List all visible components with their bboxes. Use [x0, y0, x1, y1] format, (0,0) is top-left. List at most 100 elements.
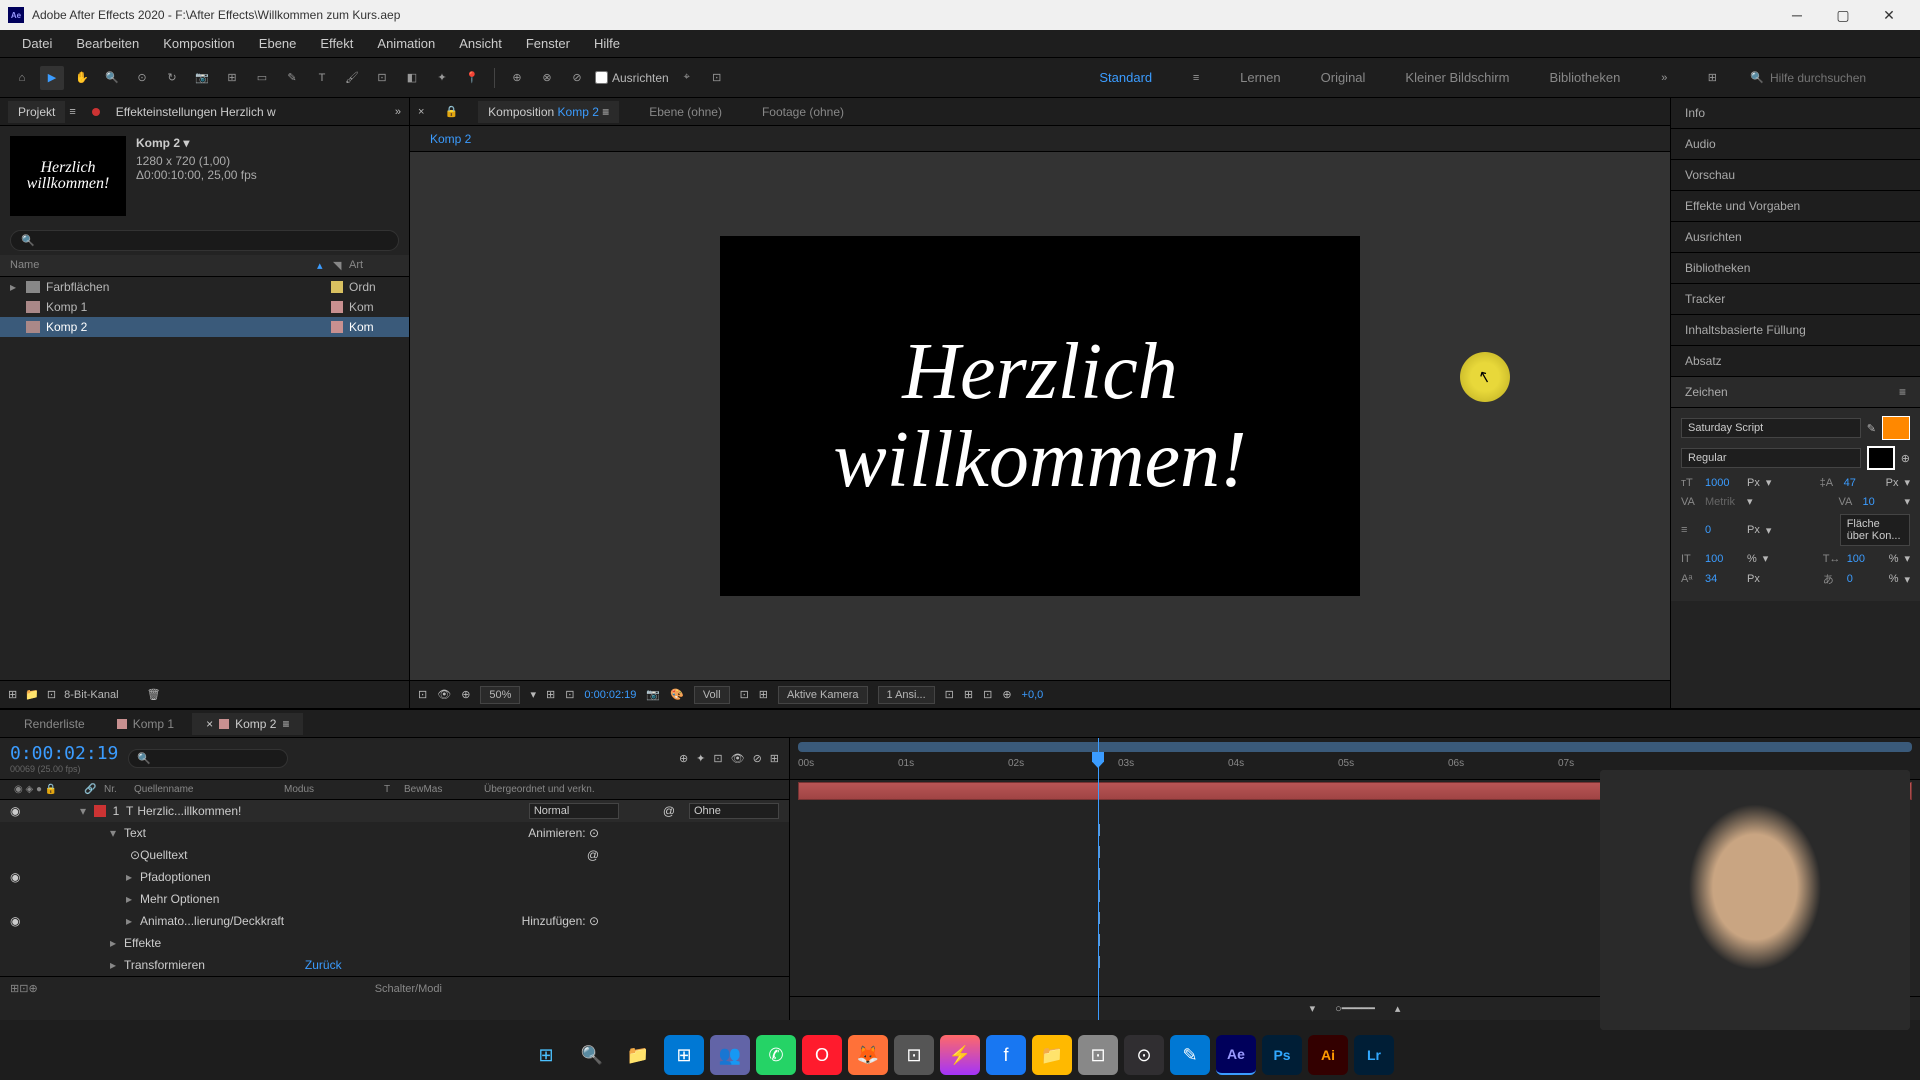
viewer-close-icon[interactable]: × — [418, 106, 424, 118]
rotate-tool[interactable]: ↻ — [160, 66, 184, 90]
taskbar-photoshop[interactable]: Ps — [1262, 1035, 1302, 1075]
dropdown-icon[interactable]: ▾ — [1763, 552, 1769, 565]
taskbar-whatsapp[interactable]: ✆ — [756, 1035, 796, 1075]
visibility-toggle[interactable]: ◉ — [10, 870, 26, 884]
label-color[interactable] — [331, 281, 343, 293]
panel-effects[interactable]: Effekte und Vorgaben — [1671, 191, 1920, 222]
project-col-type[interactable]: Art — [349, 259, 399, 272]
panel-preview[interactable]: Vorschau — [1671, 160, 1920, 191]
project-item-folder[interactable]: ▸ Farbflächen Ordn — [0, 277, 409, 297]
viewer-opt2-icon[interactable]: 👁 — [437, 688, 451, 701]
zoom-out-icon[interactable]: ▾ — [1310, 1002, 1316, 1015]
panel-align[interactable]: Ausrichten — [1671, 222, 1920, 253]
taskbar-facebook[interactable]: f — [986, 1035, 1026, 1075]
switches-modes-toggle[interactable]: Schalter/Modi — [375, 983, 442, 995]
dropdown-icon[interactable]: ▾ — [1904, 495, 1910, 508]
eyedropper-icon[interactable]: ✎ — [1867, 422, 1876, 435]
taskbar-aftereffects[interactable]: Ae — [1216, 1035, 1256, 1075]
shape-tool[interactable]: ▭ — [250, 66, 274, 90]
trash-icon[interactable]: 🗑 — [147, 688, 161, 701]
col-nr[interactable]: Nr. — [100, 784, 130, 795]
pen-tool[interactable]: ✎ — [280, 66, 304, 90]
taskbar-illustrator[interactable]: Ai — [1308, 1035, 1348, 1075]
workspace-lernen[interactable]: Lernen — [1232, 66, 1288, 90]
menu-bearbeiten[interactable]: Bearbeiten — [64, 32, 151, 55]
stroke-mode-dropdown[interactable]: Fläche über Kon... — [1840, 514, 1910, 546]
col-parent[interactable]: Übergeordnet und verkn. — [480, 784, 779, 795]
project-item-komp1[interactable]: Komp 1 Kom — [0, 297, 409, 317]
baseline-value[interactable]: 34 — [1705, 573, 1741, 585]
taskbar-app2[interactable]: ⊡ — [1078, 1035, 1118, 1075]
taskbar-explorer[interactable]: 📁 — [618, 1035, 658, 1075]
workspace-overflow-icon[interactable]: » — [1652, 66, 1676, 90]
timeline-tool5-icon[interactable]: ⊘ — [753, 752, 762, 765]
aux3-tool[interactable]: ⊘ — [565, 66, 589, 90]
panel-libraries[interactable]: Bibliotheken — [1671, 253, 1920, 284]
zoom-tool[interactable]: 🔍 — [100, 66, 124, 90]
zoom-in-icon[interactable]: ▴ — [1395, 1002, 1401, 1015]
playhead[interactable] — [1098, 738, 1099, 1020]
aux1-tool[interactable]: ⊕ — [505, 66, 529, 90]
viewer-opt12-icon[interactable]: ⊕ — [1002, 688, 1011, 701]
add-button[interactable]: Hinzufügen: ⊙ — [522, 914, 779, 928]
panel-menu-icon[interactable]: ≡ — [1899, 385, 1906, 399]
dropdown-icon[interactable]: ▾ — [1766, 476, 1772, 489]
reset-link[interactable]: Zurück — [305, 958, 342, 972]
current-timecode[interactable]: 0:00:02:19 — [10, 743, 118, 764]
selection-tool[interactable]: ▶ — [40, 66, 64, 90]
composition-canvas[interactable]: Herzlich willkommen! — [410, 152, 1670, 680]
trkmat-dropdown[interactable]: Ohne — [689, 803, 779, 819]
taskbar-obs[interactable]: ⊙ — [1124, 1035, 1164, 1075]
toggle-brain-icon[interactable]: ⊕ — [28, 982, 37, 995]
work-area-bar[interactable] — [798, 742, 1912, 752]
animate-button[interactable]: Animieren: ⊙ — [528, 826, 779, 840]
timeline-tool1-icon[interactable]: ⊕ — [679, 752, 688, 765]
tabs-overflow-icon[interactable]: » — [395, 106, 401, 118]
workspace-standard[interactable]: Standard — [1091, 66, 1160, 90]
hand-tool[interactable]: ✋ — [70, 66, 94, 90]
panbehind-tool[interactable]: ⊞ — [220, 66, 244, 90]
taskbar-editor[interactable]: ✎ — [1170, 1035, 1210, 1075]
tracking-value[interactable]: 10 — [1862, 496, 1898, 508]
menu-datei[interactable]: Datei — [10, 32, 64, 55]
menu-hilfe[interactable]: Hilfe — [582, 32, 632, 55]
taskbar-firefox[interactable]: 🦊 — [848, 1035, 888, 1075]
breadcrumb[interactable]: Komp 2 — [430, 132, 471, 146]
workspace-original[interactable]: Original — [1313, 66, 1374, 90]
viewer-tab-footage[interactable]: Footage (ohne) — [752, 101, 854, 123]
close-button[interactable]: ✕ — [1866, 0, 1912, 30]
zoom-dropdown[interactable]: 50% — [480, 686, 520, 704]
toggle-switches-icon[interactable]: ⊞ — [10, 982, 19, 995]
taskbar-teams[interactable]: 👥 — [710, 1035, 750, 1075]
prop-text[interactable]: ▾ Text Animieren: ⊙ — [0, 822, 789, 844]
viewer-opt7-icon[interactable]: ⊡ — [740, 688, 749, 701]
viewer-opt4-icon[interactable]: ▾ — [530, 688, 536, 701]
viewer-opt6-icon[interactable]: ⊡ — [565, 688, 574, 701]
project-col-label-icon[interactable]: ◥ — [333, 259, 349, 272]
viewer-opt5-icon[interactable]: ⊞ — [546, 688, 555, 701]
dropdown-icon[interactable]: ▾ — [1904, 552, 1910, 565]
taskbar-tasks[interactable]: ⊞ — [664, 1035, 704, 1075]
viewer-time[interactable]: 0:00:02:19 — [584, 689, 636, 701]
font-family-dropdown[interactable]: Saturday Script — [1681, 418, 1861, 438]
viewer-opt10-icon[interactable]: ⊞ — [964, 688, 973, 701]
dropdown-icon[interactable]: ▾ — [1904, 476, 1910, 489]
menu-animation[interactable]: Animation — [365, 32, 447, 55]
panel-paragraph[interactable]: Absatz — [1671, 346, 1920, 377]
toggle-modes-icon[interactable]: ⊡ — [19, 982, 28, 995]
menu-komposition[interactable]: Komposition — [151, 32, 247, 55]
taskbar-lightroom[interactable]: Lr — [1354, 1035, 1394, 1075]
taskbar-search[interactable]: 🔍 — [572, 1035, 612, 1075]
label-color[interactable] — [331, 321, 343, 333]
snap-opt-icon[interactable]: ⌖ — [675, 66, 699, 90]
dropdown-icon[interactable]: ▾ — [1747, 495, 1753, 508]
roto-tool[interactable]: ✦ — [430, 66, 454, 90]
interpret-icon[interactable]: ⊞ — [8, 688, 17, 701]
col-bewmask[interactable]: BewMas — [400, 784, 480, 795]
leading-value[interactable]: 47 — [1844, 477, 1880, 489]
type-tool[interactable]: T — [310, 66, 334, 90]
snapshot-icon[interactable]: 📷 — [646, 688, 660, 701]
effect-controls-tab[interactable]: Effekteinstellungen Herzlich w — [106, 101, 286, 123]
dropdown-icon[interactable]: ▾ — [1766, 524, 1772, 537]
project-tab[interactable]: Projekt — [8, 101, 65, 123]
